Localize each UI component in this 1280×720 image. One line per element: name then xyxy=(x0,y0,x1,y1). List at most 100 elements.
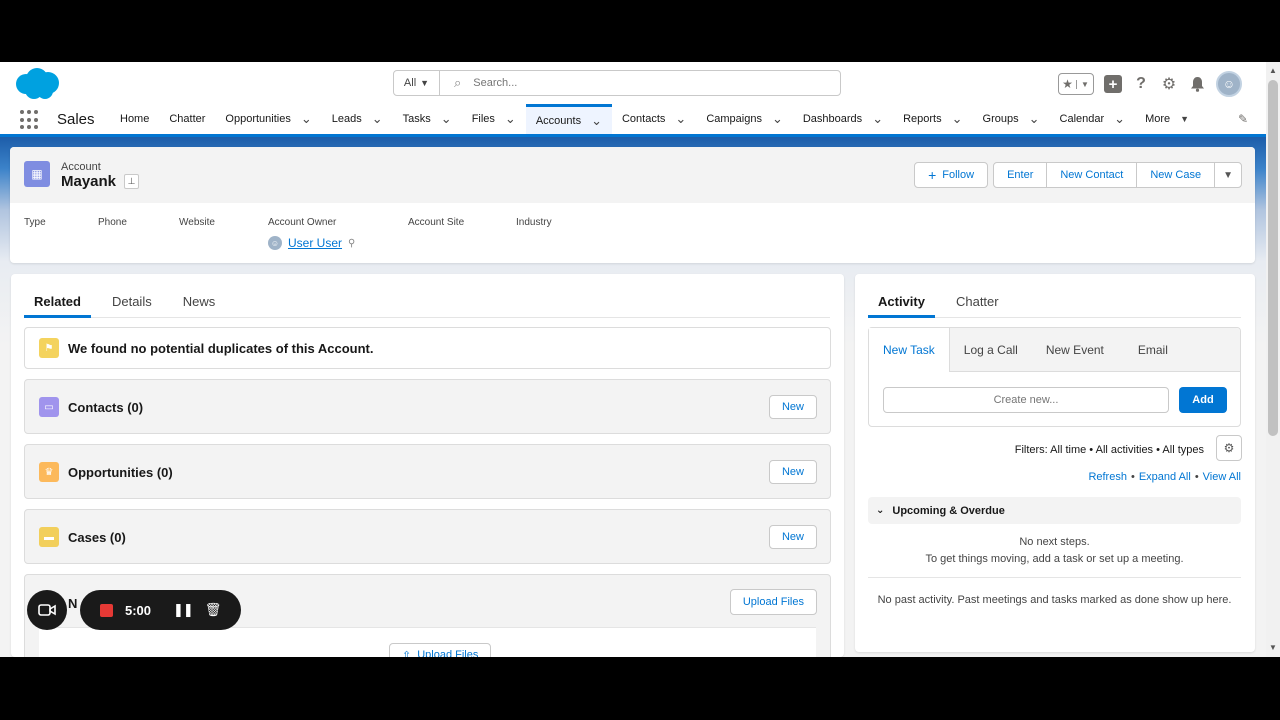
app-navigation-bar: Sales Home Chatter Opportunities ⌄ Leads ⌄ Tas… xyxy=(0,104,1266,137)
new-case-button[interactable]: New Case xyxy=(1136,162,1216,188)
chevron-down-icon[interactable]: ⌄ xyxy=(952,111,963,127)
notes-title[interactable]: N xyxy=(68,596,77,611)
user-avatar-icon: ☺ xyxy=(268,236,282,250)
tab-new-task[interactable]: New Task xyxy=(869,328,950,372)
more-actions-chevron-down-icon[interactable]: ▼ xyxy=(1214,162,1242,188)
app-launcher-icon[interactable] xyxy=(20,110,40,130)
divider xyxy=(868,577,1241,578)
nav-item-chatter[interactable]: Chatter xyxy=(159,104,215,134)
nav-item-campaigns[interactable]: Campaigns ⌄ xyxy=(696,104,793,134)
chevron-down-icon[interactable]: ⌄ xyxy=(1114,111,1125,127)
change-owner-icon[interactable]: ⚲ xyxy=(348,238,355,249)
owner-value: ☺ User User ⚲ xyxy=(268,236,408,250)
nav-item-label: More xyxy=(1145,113,1171,125)
user-avatar-icon[interactable]: ☺ xyxy=(1216,71,1242,97)
contacts-title[interactable]: Contacts (0) xyxy=(68,400,143,415)
follow-button[interactable]: + Follow xyxy=(914,162,989,188)
camera-icon[interactable] xyxy=(27,590,67,630)
tab-activity[interactable]: Activity xyxy=(868,288,935,318)
field-label: Type xyxy=(24,217,46,228)
nav-item-opportunities[interactable]: Opportunities ⌄ xyxy=(215,104,321,134)
chevron-down-icon[interactable]: ⌄ xyxy=(372,111,383,127)
tab-news[interactable]: News xyxy=(173,288,226,318)
nav-item-accounts[interactable]: Accounts ⌄ xyxy=(525,104,612,134)
crown-icon: ♛ xyxy=(39,462,59,482)
tab-new-event[interactable]: New Event xyxy=(1032,328,1118,371)
upload-files-inner-button[interactable]: ⇧ Upload Files xyxy=(389,643,492,657)
stop-recording-icon[interactable] xyxy=(100,603,113,617)
expand-all-link[interactable]: Expand All xyxy=(1139,471,1191,483)
nav-item-tasks[interactable]: Tasks ⌄ xyxy=(393,104,462,134)
new-opportunity-button[interactable]: New xyxy=(768,460,817,484)
create-new-input[interactable] xyxy=(883,387,1169,413)
nav-item-dashboards[interactable]: Dashboards ⌄ xyxy=(793,104,893,134)
scroll-up-arrow-icon[interactable]: ▲ xyxy=(1269,66,1277,75)
chevron-down-icon[interactable]: ▼ xyxy=(1180,114,1189,124)
cases-title[interactable]: Cases (0) xyxy=(68,530,126,545)
search-scope-label: All xyxy=(403,77,417,89)
salesforce-cloud-logo[interactable] xyxy=(12,66,62,102)
upcoming-overdue-section[interactable]: ⌄ Upcoming & Overdue xyxy=(868,497,1241,524)
opportunities-title[interactable]: Opportunities (0) xyxy=(68,465,173,480)
nav-item-home[interactable]: Home xyxy=(110,104,159,134)
new-case-related-button[interactable]: New xyxy=(768,525,817,549)
tab-details[interactable]: Details xyxy=(102,288,162,318)
chevron-down-icon[interactable]: ⌄ xyxy=(872,111,883,127)
filter-settings-gear-icon[interactable]: ⚙ xyxy=(1216,435,1242,461)
tab-related[interactable]: Related xyxy=(24,288,91,318)
tab-chatter[interactable]: Chatter xyxy=(946,288,1009,318)
no-next-steps-hint: To get things moving, add a task or set … xyxy=(925,553,1184,565)
new-contact-button[interactable]: New Contact xyxy=(1046,162,1138,188)
search-input[interactable] xyxy=(473,77,774,89)
bell-icon[interactable] xyxy=(1188,75,1206,93)
nav-item-more[interactable]: More ▼ xyxy=(1135,104,1199,134)
enter-button[interactable]: Enter xyxy=(993,162,1048,188)
field-type: Type xyxy=(24,217,98,250)
global-actions-plus-icon[interactable]: + xyxy=(1104,75,1122,93)
object-label: Account xyxy=(61,161,101,173)
chevron-down-icon[interactable]: ⌄ xyxy=(301,111,312,127)
tab-email[interactable]: Email xyxy=(1118,328,1182,371)
add-button[interactable]: Add xyxy=(1179,387,1227,413)
page-scrollbar[interactable]: ▲ ▼ xyxy=(1266,62,1280,657)
chevron-down-icon[interactable]: ⌄ xyxy=(441,111,452,127)
new-contact-related-button[interactable]: New xyxy=(768,395,817,419)
owner-link[interactable]: User User xyxy=(288,236,342,250)
field-label: Account Site xyxy=(408,217,465,228)
edit-nav-pencil-icon[interactable]: ✎ xyxy=(1238,112,1248,126)
refresh-link[interactable]: Refresh xyxy=(1088,471,1127,483)
chevron-down-icon[interactable]: ⌄ xyxy=(505,111,516,127)
chevron-down-icon[interactable]: ⌄ xyxy=(772,111,783,127)
tab-log-a-call[interactable]: Log a Call xyxy=(950,328,1032,371)
nav-item-files[interactable]: Files ⌄ xyxy=(462,104,526,134)
hierarchy-icon[interactable]: ⊥ xyxy=(124,174,139,189)
nav-item-groups[interactable]: Groups ⌄ xyxy=(973,104,1050,134)
chevron-down-icon[interactable]: ⌄ xyxy=(591,113,602,129)
scroll-down-arrow-icon[interactable]: ▼ xyxy=(1269,643,1277,652)
nav-item-label: Files xyxy=(471,113,495,125)
chevron-down-icon[interactable]: ⌄ xyxy=(1029,111,1040,127)
activity-filters: Filters: All time • All activities • All… xyxy=(1014,444,1204,456)
duplicates-icon: ⚑ xyxy=(39,338,59,358)
upload-files-button[interactable]: Upload Files xyxy=(729,589,817,615)
nav-item-calendar[interactable]: Calendar ⌄ xyxy=(1050,104,1136,134)
favorites-menu-icon[interactable]: ▼ xyxy=(1076,79,1093,89)
nav-item-contacts[interactable]: Contacts ⌄ xyxy=(612,104,696,134)
trash-icon[interactable]: 🗑 xyxy=(205,602,222,618)
file-drop-zone[interactable]: ⇧ Upload Files xyxy=(39,627,816,657)
nav-item-leads[interactable]: Leads ⌄ xyxy=(322,104,393,134)
star-icon[interactable]: ★ xyxy=(1059,77,1076,91)
link-separator: • xyxy=(1194,471,1199,483)
view-all-link[interactable]: View All xyxy=(1203,471,1241,483)
activity-composer: New Task Log a Call New Event Email Add xyxy=(868,327,1241,427)
help-icon[interactable]: ? xyxy=(1132,75,1150,93)
pause-icon[interactable]: ❚❚ xyxy=(173,602,194,618)
scroll-thumb[interactable] xyxy=(1268,80,1278,436)
chevron-down-icon[interactable]: ⌄ xyxy=(675,111,686,127)
gear-icon[interactable]: ⚙ xyxy=(1160,75,1178,93)
nav-item-reports[interactable]: Reports ⌄ xyxy=(893,104,972,134)
search-scope-select[interactable]: All ▼ xyxy=(394,71,440,95)
record-highlights-panel: ▦ Account Mayank ⊥ + Follow Enter New Con… xyxy=(10,147,1255,263)
field-label: Account Owner xyxy=(268,217,337,228)
nav-item-label: Groups xyxy=(982,113,1019,125)
